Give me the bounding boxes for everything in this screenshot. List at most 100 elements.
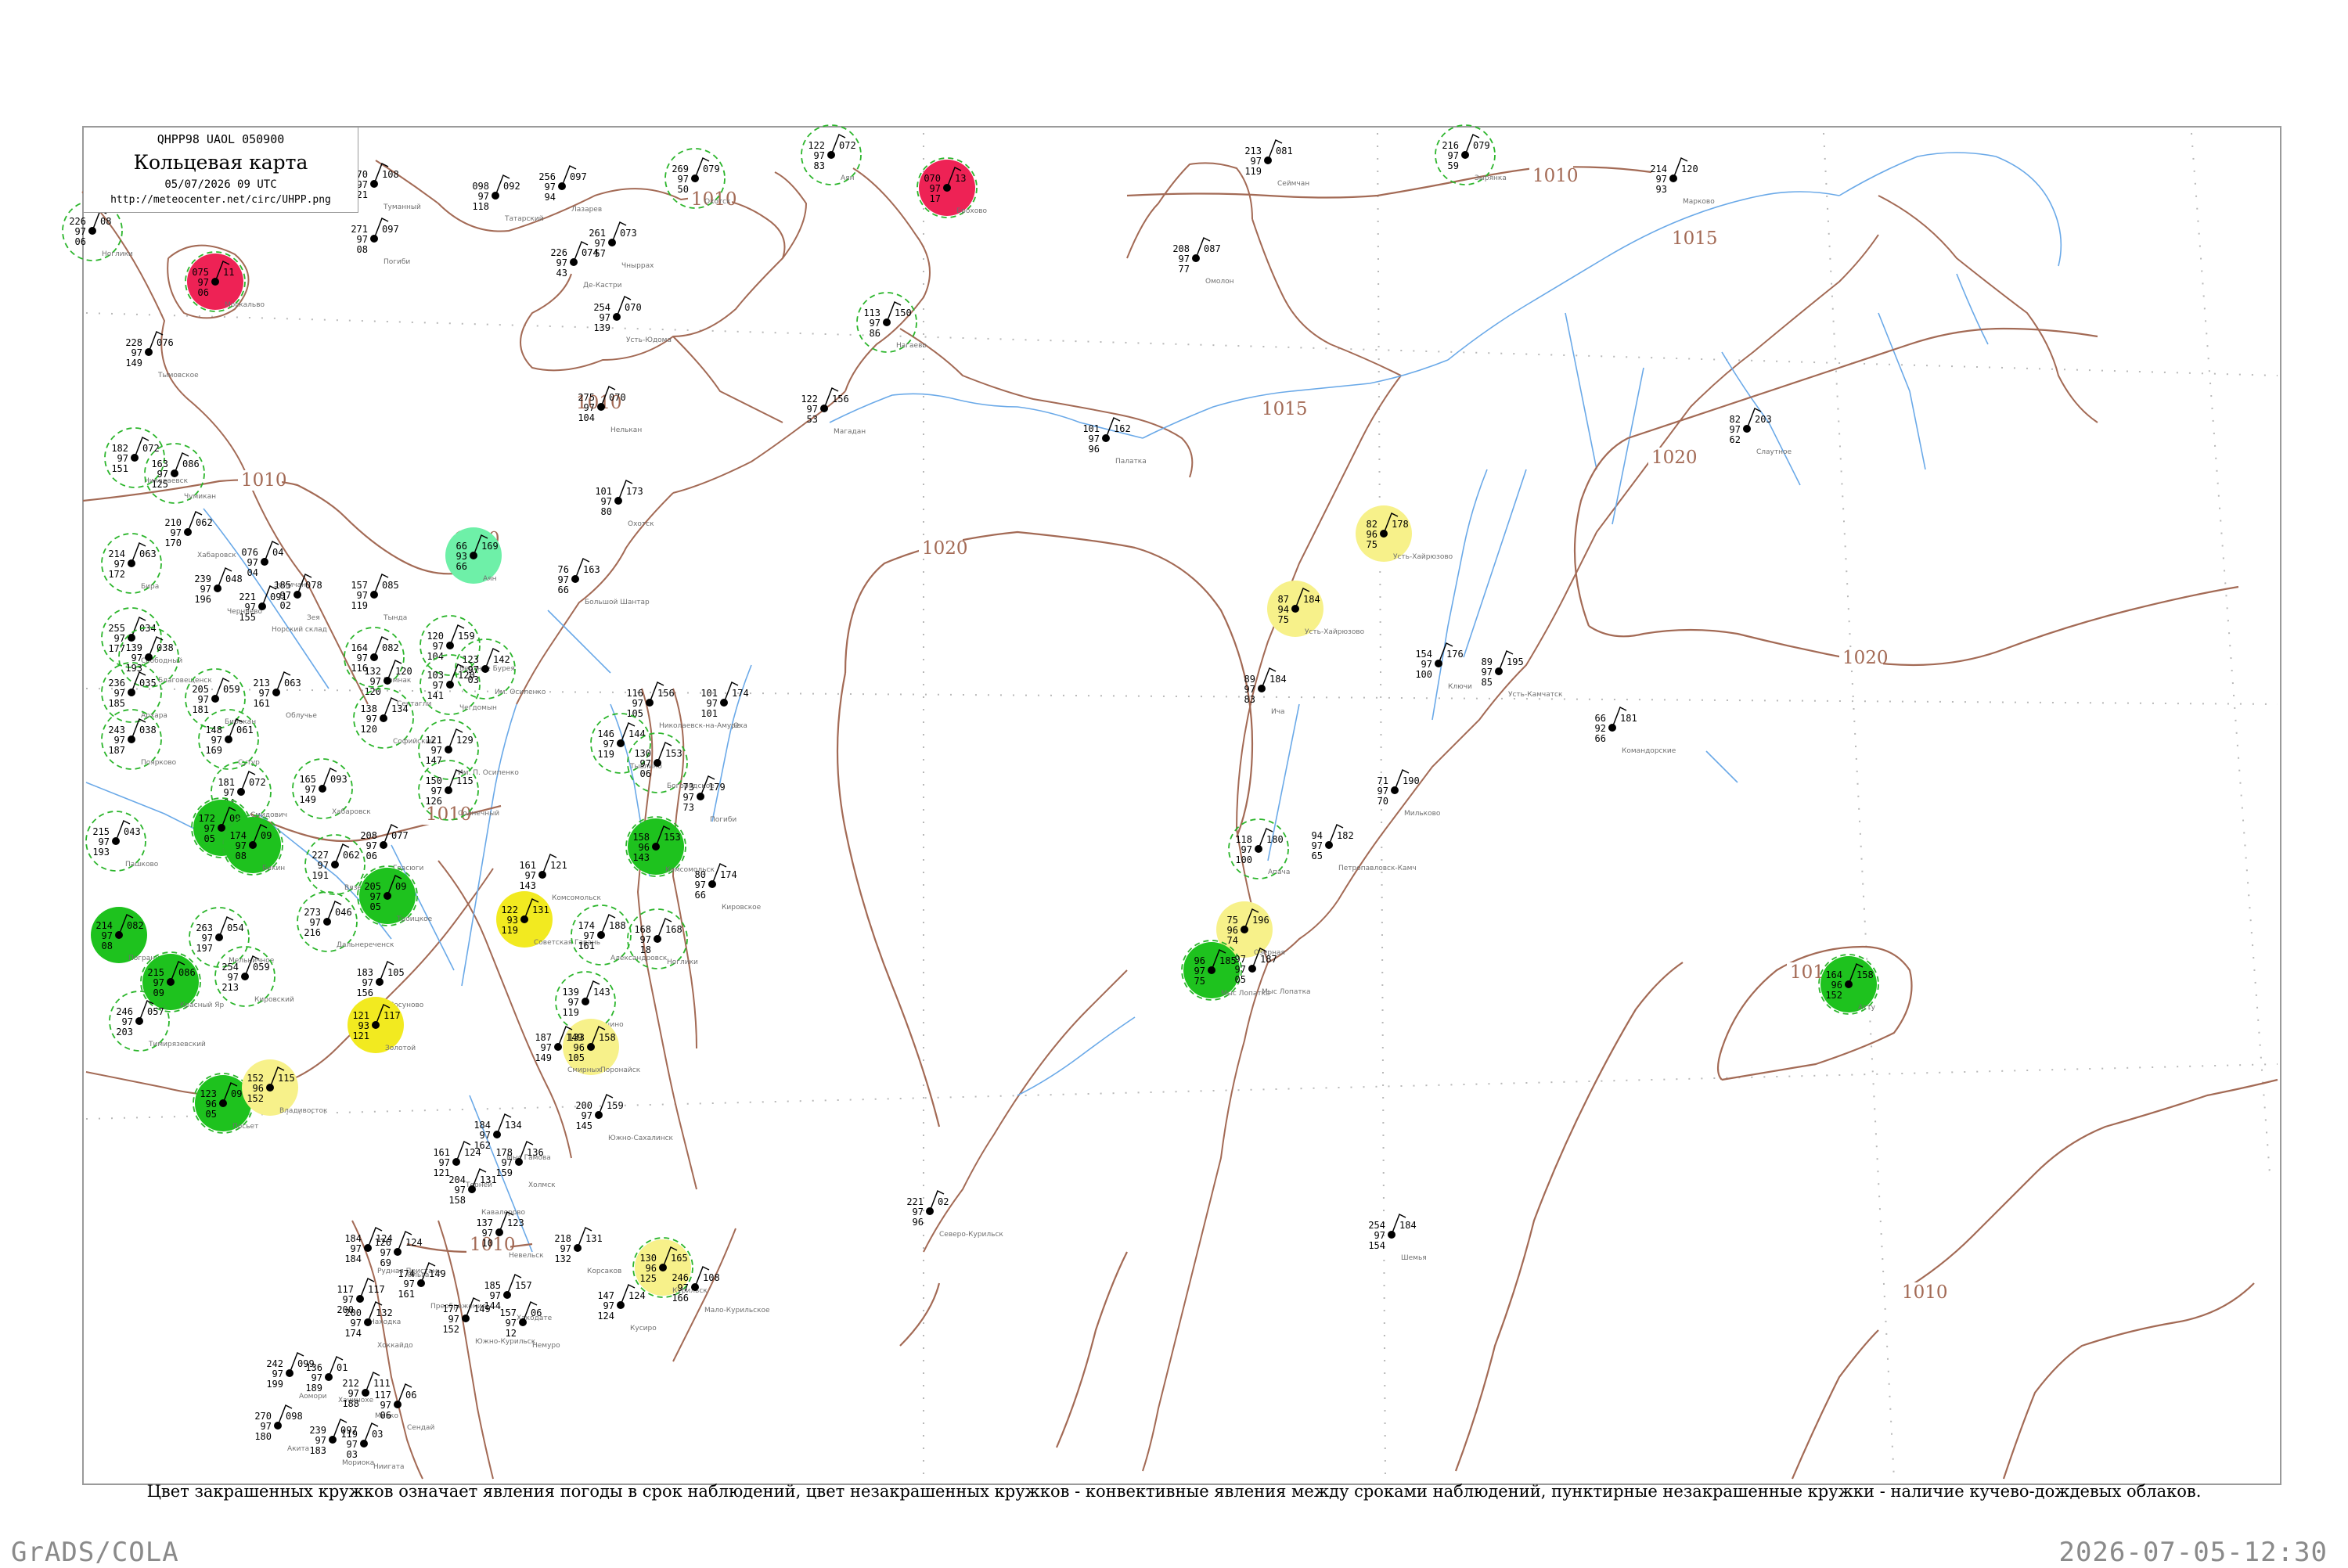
station-name: Охотск (628, 520, 654, 528)
pressure: 06 (405, 1390, 416, 1401)
pressure: 179 (708, 782, 726, 793)
visibility: 05 (1235, 974, 1246, 985)
temperature: 236 (108, 678, 125, 689)
visibility: 104 (578, 412, 595, 423)
dewpoint: 96 (646, 1263, 657, 1274)
temperature: 101 (700, 688, 718, 699)
dewpoint: 97 (595, 238, 606, 249)
source-url: http://meteocenter.net/circ/UHPP.png (110, 194, 331, 206)
temperature: 80 (695, 869, 706, 880)
visibility: 139 (593, 322, 610, 333)
visibility: 126 (425, 796, 442, 807)
station-plot[interactable]: 16496 158 152 Атту (1818, 954, 1879, 1015)
station-name: Ноглики (102, 250, 133, 258)
visibility: 197 (196, 943, 213, 954)
visibility: 74 (1227, 935, 1238, 946)
visibility: 08 (102, 940, 113, 951)
visibility: 183 (309, 1445, 326, 1456)
pressure: 123 (507, 1217, 524, 1228)
pressure: 153 (664, 832, 681, 843)
dewpoint: 97 (99, 836, 110, 847)
visibility: 125 (151, 479, 168, 490)
isobar-label: 1020 (1651, 448, 1698, 468)
visibility: 12 (506, 1328, 517, 1339)
station-name: Усть-Камчатск (1508, 691, 1563, 699)
temperature: 254 (593, 302, 610, 313)
temperature: 89 (1482, 656, 1493, 667)
station-name: Чумикан (184, 493, 216, 501)
visibility: 119 (597, 749, 614, 760)
temperature: 210 (164, 517, 182, 528)
dewpoint: 97 (305, 784, 316, 795)
station-name: Смирных (567, 1066, 602, 1074)
pressure: 159 (607, 1100, 624, 1111)
pressure: 173 (626, 486, 643, 497)
temperature: 118 (1235, 834, 1252, 845)
station-name: Чегдомын (459, 704, 497, 712)
pressure: 181 (1620, 713, 1637, 724)
pressure: 188 (609, 920, 626, 931)
dewpoint: 97 (1730, 424, 1741, 435)
station-name: Де-Кастри (583, 282, 622, 290)
temperature: 121 (352, 1010, 369, 1021)
pressure: 038 (157, 642, 174, 653)
dewpoint: 97 (678, 174, 689, 185)
isobar-label: 1015 (1672, 228, 1718, 249)
dewpoint: 97 (431, 786, 442, 797)
dewpoint: 97 (131, 653, 142, 664)
station-name: Акита (287, 1445, 309, 1453)
dewpoint: 96 (1367, 529, 1377, 540)
temperature: 163 (151, 459, 168, 469)
station-name: Бира (141, 583, 159, 591)
station-name: Холмск (528, 1181, 556, 1189)
dewpoint: 97 (433, 680, 444, 691)
pressure: 082 (127, 920, 144, 931)
dewpoint: 97 (560, 1243, 571, 1254)
pressure: 082 (382, 642, 399, 653)
visibility: 152 (247, 1093, 264, 1104)
visibility: 66 (695, 890, 706, 901)
station-name: Ича (1271, 708, 1285, 716)
visibility: 120 (360, 724, 377, 735)
pressure: 093 (330, 774, 348, 785)
temperature: 71 (1377, 775, 1388, 786)
dewpoint: 97 (1194, 966, 1205, 976)
temperature: 66 (456, 541, 467, 552)
pressure: 072 (839, 140, 856, 151)
temperature: 182 (111, 443, 128, 454)
dewpoint: 97 (431, 745, 442, 756)
dewpoint: 97 (366, 714, 377, 725)
temperature: 269 (672, 164, 689, 174)
station-plot[interactable]: 6693 169 66 Аян (445, 527, 502, 584)
dewpoint: 97 (211, 735, 222, 746)
visibility: 10 (482, 1238, 493, 1249)
pressure: 169 (481, 541, 499, 552)
dewpoint: 97 (601, 496, 612, 507)
station-name: Усть-Хайрюзово (1393, 553, 1453, 561)
visibility: 06 (380, 1410, 391, 1421)
pressure: 059 (223, 684, 240, 695)
dewpoint: 97 (632, 698, 643, 709)
pressure: 057 (147, 1006, 164, 1017)
temperature: 147 (597, 1290, 614, 1301)
visibility: 18 (640, 944, 651, 955)
visibility: 08 (236, 851, 247, 861)
visibility: 94 (545, 192, 556, 203)
pressure: 149 (566, 1032, 583, 1043)
visibility: 158 (448, 1195, 466, 1206)
pressure: 196 (1252, 915, 1269, 926)
dewpoint: 97 (490, 1290, 501, 1301)
station-name: Корсаков (587, 1268, 621, 1275)
temperature: 246 (116, 1006, 133, 1017)
dewpoint: 97 (930, 183, 941, 194)
visibility: 149 (535, 1052, 552, 1063)
pressure: 176 (1446, 649, 1464, 660)
dewpoint: 97 (343, 1294, 354, 1305)
temperature: 216 (1442, 140, 1459, 151)
pressure: 13 (955, 173, 966, 184)
visibility: 118 (472, 201, 489, 212)
station-name: Мыс Лопатка (1262, 988, 1311, 996)
visibility: 124 (597, 1311, 614, 1322)
temperature: 146 (597, 728, 614, 739)
pressure: 09 (395, 881, 406, 892)
